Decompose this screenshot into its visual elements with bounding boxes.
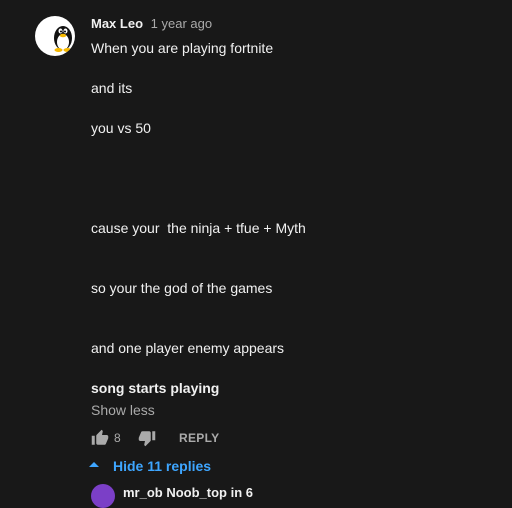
comment-line-bold: song starts playing xyxy=(91,380,220,396)
author-avatar[interactable] xyxy=(35,16,75,56)
reply-button[interactable]: REPLY xyxy=(179,428,219,448)
hide-replies-label: Hide 11 replies xyxy=(113,458,212,474)
reply-author-name[interactable]: mr_ob Noob_top in 6 xyxy=(123,485,253,501)
comment-line: and its xyxy=(91,80,133,96)
comment-line: When you are playing fortnite xyxy=(91,40,274,56)
caret-up-icon xyxy=(89,462,99,467)
comment-actions: 8 REPLY xyxy=(91,428,391,448)
thumbs-up-icon xyxy=(91,429,109,445)
like-button[interactable] xyxy=(91,429,109,447)
comment-header: Max Leo 1 year ago xyxy=(91,16,212,32)
thumbs-down-icon xyxy=(138,431,156,447)
comment-timestamp[interactable]: 1 year ago xyxy=(151,16,212,31)
comment-line: so your the god of the games xyxy=(91,280,273,296)
author-name[interactable]: Max Leo xyxy=(91,16,143,31)
dislike-button[interactable] xyxy=(138,429,156,447)
reply-avatar[interactable] xyxy=(91,484,115,508)
like-count: 8 xyxy=(114,431,121,445)
show-less-button[interactable]: Show less xyxy=(91,400,155,420)
comment-line: and one player enemy appears xyxy=(91,340,285,356)
linux-penguin-icon xyxy=(54,26,72,52)
comment-thread: Max Leo 1 year ago When you are playing … xyxy=(0,0,512,508)
comment-line: cause your the ninja + tfue + Myth xyxy=(91,220,306,236)
comment-line: you vs 50 xyxy=(91,120,151,136)
